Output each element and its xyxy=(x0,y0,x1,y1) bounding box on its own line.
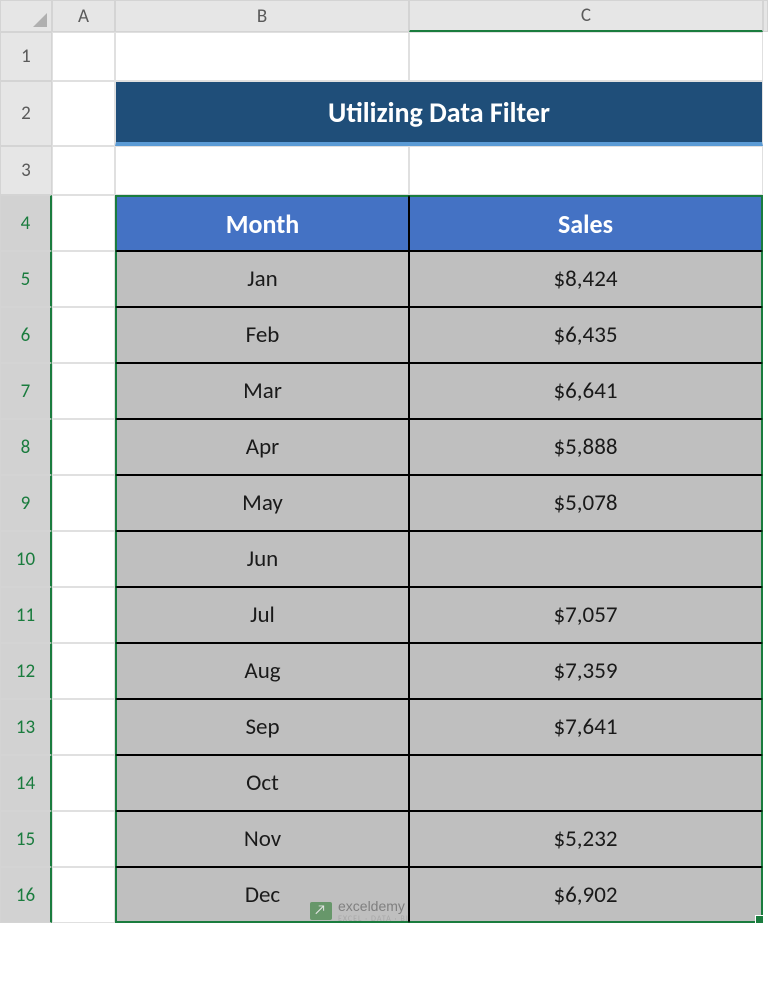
cell-b1[interactable] xyxy=(115,32,409,81)
table-cell-month[interactable]: Oct xyxy=(115,755,409,811)
watermark-text: exceldemy xyxy=(338,898,409,914)
cell-a7[interactable] xyxy=(52,363,115,419)
cell-c1[interactable] xyxy=(409,32,763,81)
row-header-6[interactable]: 6 xyxy=(0,307,52,363)
watermark-icon xyxy=(310,902,332,920)
row-header-2[interactable]: 2 xyxy=(0,81,52,146)
table-cell-month[interactable]: Apr xyxy=(115,419,409,475)
table-cell-sales[interactable]: $7,359 xyxy=(409,643,763,699)
cell-a14[interactable] xyxy=(52,755,115,811)
title-cell[interactable]: Utilizing Data Filter xyxy=(115,81,763,146)
cell-a5[interactable] xyxy=(52,251,115,307)
table-cell-month[interactable]: May xyxy=(115,475,409,531)
row-header-3[interactable]: 3 xyxy=(0,146,52,195)
row-header-8[interactable]: 8 xyxy=(0,419,52,475)
table-cell-month[interactable]: Jul xyxy=(115,587,409,643)
watermark-subtext: EXCEL · DATA · BI xyxy=(338,914,409,924)
cell-a4[interactable] xyxy=(52,195,115,251)
watermark: exceldemy EXCEL · DATA · BI xyxy=(310,898,409,924)
row-header-5[interactable]: 5 xyxy=(0,251,52,307)
table-cell-sales[interactable]: $5,888 xyxy=(409,419,763,475)
column-header-b[interactable]: B xyxy=(115,0,409,32)
row-header-16[interactable]: 16 xyxy=(0,867,52,923)
row-header-9[interactable]: 9 xyxy=(0,475,52,531)
table-cell-month[interactable]: Mar xyxy=(115,363,409,419)
table-cell-sales[interactable] xyxy=(409,755,763,811)
row-header-15[interactable]: 15 xyxy=(0,811,52,867)
column-header-c[interactable]: C xyxy=(409,0,763,32)
spreadsheet-grid: A B C 1 2 Utilizing Data Filter 3 4 Mont… xyxy=(0,0,768,923)
table-header-month[interactable]: Month xyxy=(115,195,409,251)
cell-c3[interactable] xyxy=(409,146,763,195)
row-header-4[interactable]: 4 xyxy=(0,195,52,251)
cell-a11[interactable] xyxy=(52,587,115,643)
cell-a16[interactable] xyxy=(52,867,115,923)
table-cell-sales[interactable] xyxy=(409,531,763,587)
table-cell-sales[interactable]: $8,424 xyxy=(409,251,763,307)
cell-a9[interactable] xyxy=(52,475,115,531)
table-cell-month[interactable]: Feb xyxy=(115,307,409,363)
cell-a12[interactable] xyxy=(52,643,115,699)
table-cell-month[interactable]: Aug xyxy=(115,643,409,699)
cell-a2[interactable] xyxy=(52,81,115,146)
select-all-corner[interactable] xyxy=(0,0,52,32)
cell-a15[interactable] xyxy=(52,811,115,867)
cell-a3[interactable] xyxy=(52,146,115,195)
row-header-12[interactable]: 12 xyxy=(0,643,52,699)
table-cell-sales[interactable]: $6,641 xyxy=(409,363,763,419)
table-cell-month[interactable]: Jan xyxy=(115,251,409,307)
table-cell-sales[interactable]: $7,057 xyxy=(409,587,763,643)
table-cell-month[interactable]: Jun xyxy=(115,531,409,587)
row-header-13[interactable]: 13 xyxy=(0,699,52,755)
row-header-7[interactable]: 7 xyxy=(0,363,52,419)
cell-a6[interactable] xyxy=(52,307,115,363)
table-cell-sales[interactable]: $6,902 xyxy=(409,867,763,923)
table-cell-sales[interactable]: $7,641 xyxy=(409,699,763,755)
cell-a8[interactable] xyxy=(52,419,115,475)
row-header-1[interactable]: 1 xyxy=(0,32,52,81)
table-cell-sales[interactable]: $5,078 xyxy=(409,475,763,531)
table-header-sales[interactable]: Sales xyxy=(409,195,763,251)
cell-a13[interactable] xyxy=(52,699,115,755)
row-header-10[interactable]: 10 xyxy=(0,531,52,587)
column-header-gutter xyxy=(763,0,768,32)
table-cell-sales[interactable]: $6,435 xyxy=(409,307,763,363)
table-cell-month[interactable]: Sep xyxy=(115,699,409,755)
table-cell-month[interactable]: Nov xyxy=(115,811,409,867)
row-header-11[interactable]: 11 xyxy=(0,587,52,643)
column-header-a[interactable]: A xyxy=(52,0,115,32)
table-cell-sales[interactable]: $5,232 xyxy=(409,811,763,867)
cell-b3[interactable] xyxy=(115,146,409,195)
row-header-14[interactable]: 14 xyxy=(0,755,52,811)
cell-a10[interactable] xyxy=(52,531,115,587)
cell-a1[interactable] xyxy=(52,32,115,81)
